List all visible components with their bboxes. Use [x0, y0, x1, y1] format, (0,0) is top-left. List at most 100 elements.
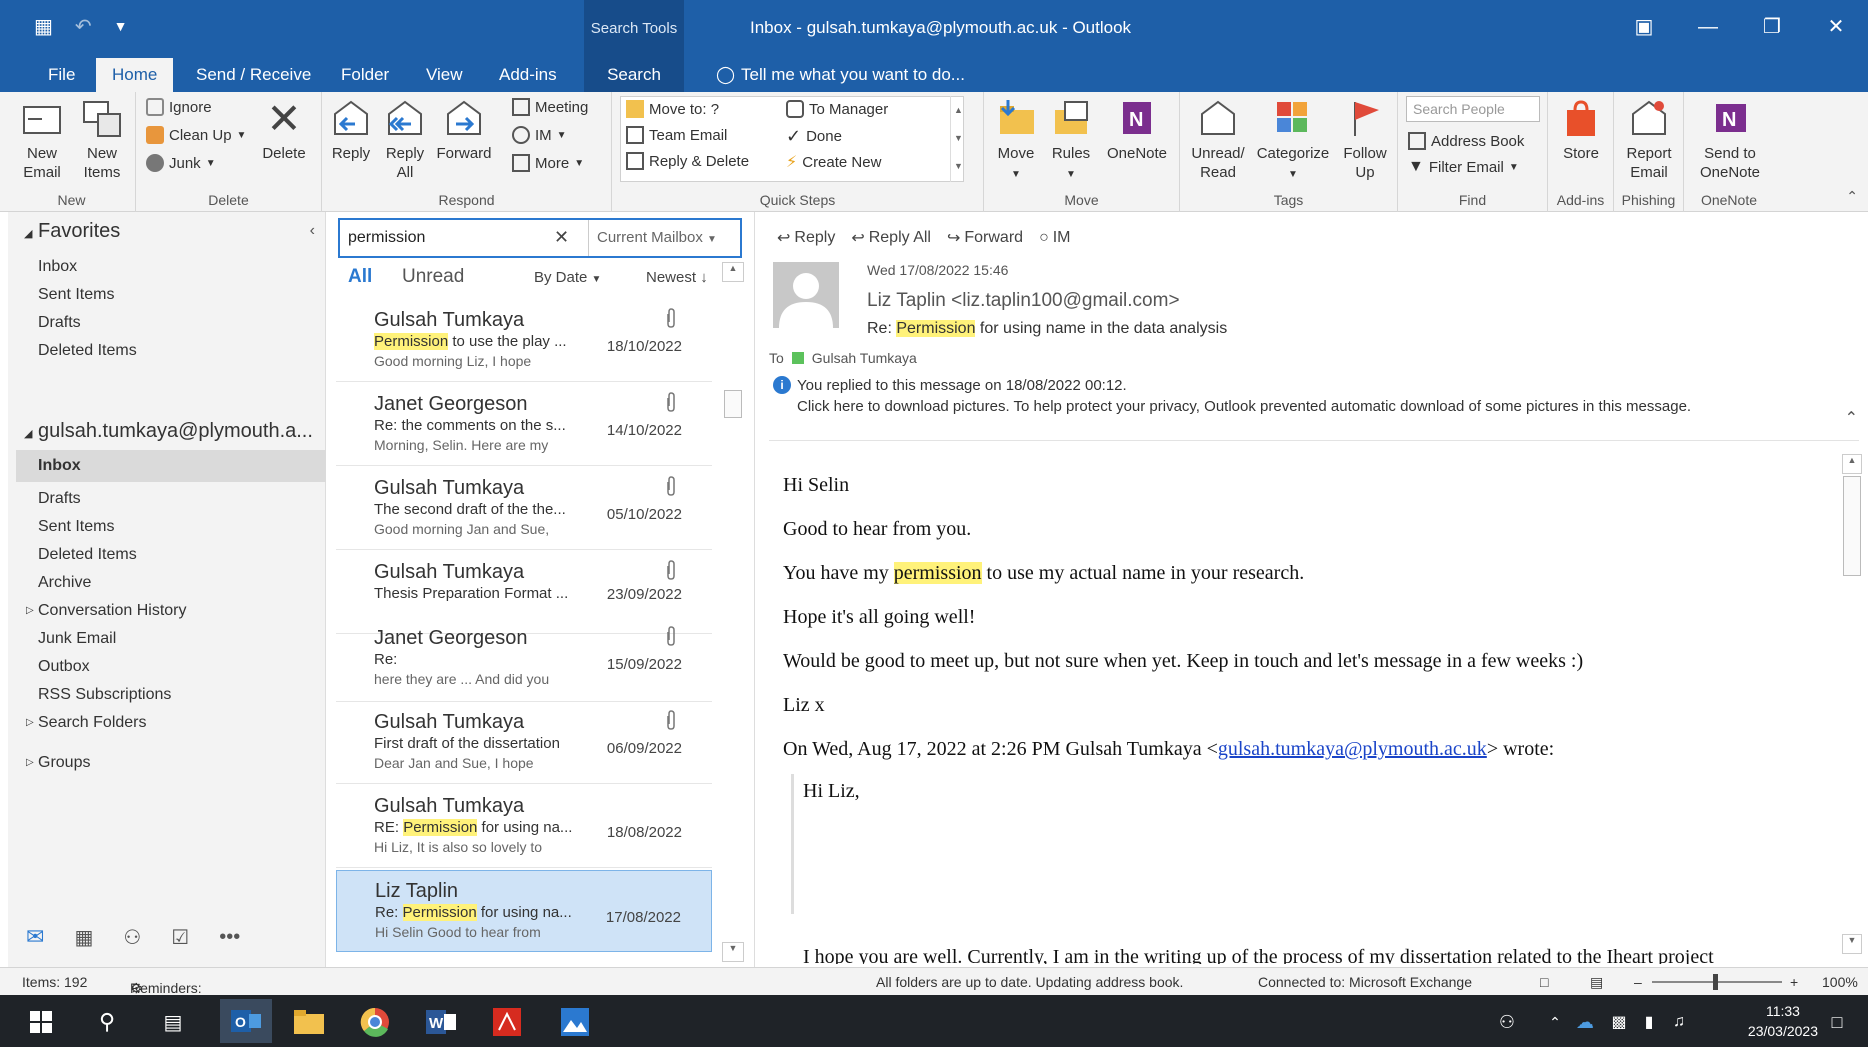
people-taskbar-icon[interactable]: ⚇	[1488, 1003, 1526, 1041]
task-view-icon[interactable]: ▤	[154, 1003, 192, 1041]
photos-icon[interactable]	[556, 1003, 594, 1041]
more-button[interactable]: More ▼	[512, 154, 584, 172]
recipient-name[interactable]: Gulsah Tumkaya	[812, 350, 917, 366]
collapse-ribbon-icon[interactable]: ⌃	[1846, 188, 1858, 205]
list-item[interactable]: Janet Georgeson Re: the comments on the …	[336, 384, 712, 466]
zoom-level[interactable]: 100%	[1822, 974, 1858, 990]
folder-junk-email[interactable]: Junk Email	[38, 630, 116, 648]
filter-unread[interactable]: Unread	[402, 266, 464, 288]
qs-create-new[interactable]: ⚡ Create New	[786, 152, 881, 172]
qs-done[interactable]: ✓ Done	[786, 126, 842, 147]
onenote-button[interactable]: N OneNote	[1100, 96, 1174, 163]
tab-search[interactable]: Search	[584, 58, 684, 92]
list-item[interactable]: Janet Georgeson Re: here they are ... An…	[336, 618, 712, 702]
reply-action[interactable]: ↩ Reply	[777, 228, 835, 248]
categorize-button[interactable]: Categorize ▼	[1252, 96, 1334, 184]
move-button[interactable]: Move ▼	[988, 96, 1044, 184]
delete-button[interactable]: ✕ Delete	[254, 96, 314, 163]
scroll-up-arrow-icon[interactable]: ▲	[1842, 454, 1862, 474]
report-email-button[interactable]: Report Email	[1618, 96, 1680, 182]
im-action[interactable]: ○ IM	[1039, 228, 1070, 248]
account-header[interactable]: ◢ gulsah.tumkaya@plymouth.a...	[24, 420, 313, 443]
message-list-scrollbar[interactable]: ▲ ▼	[722, 262, 744, 962]
ignore-button[interactable]: Ignore	[146, 98, 212, 116]
download-pictures-bar[interactable]: Click here to download pictures. To help…	[797, 398, 1691, 415]
new-items-button[interactable]: New Items	[74, 96, 130, 182]
tab-folder[interactable]: Folder	[325, 58, 405, 92]
tab-add-ins[interactable]: Add-ins	[483, 58, 573, 92]
folder-deleted-items[interactable]: Deleted Items	[38, 546, 137, 564]
customize-qat-icon[interactable]: ▼	[114, 14, 128, 39]
windows-start-icon[interactable]	[22, 1003, 60, 1041]
chrome-icon[interactable]	[356, 1003, 394, 1041]
list-item[interactable]: Gulsah Tumkaya RE: Permission for using …	[336, 786, 712, 868]
folder-sent-items[interactable]: Sent Items	[38, 518, 114, 536]
folder-groups[interactable]: ▷ Groups	[26, 754, 90, 772]
reply-all-button[interactable]: Reply All	[380, 96, 430, 182]
scroll-up-arrow-icon[interactable]: ▲	[722, 262, 744, 282]
address-book-button[interactable]: Address Book	[1408, 132, 1524, 150]
folder-inbox[interactable]: Inbox	[16, 450, 326, 482]
junk-button[interactable]: Junk ▼	[146, 154, 216, 172]
clean-up-button[interactable]: Clean Up ▼	[146, 126, 246, 144]
filter-email-button[interactable]: ▼ Filter Email ▼	[1408, 158, 1519, 176]
tasks-icon[interactable]: ☑	[171, 925, 189, 950]
qs-team-email[interactable]: Team Email	[626, 126, 727, 144]
close-button[interactable]: ✕	[1804, 0, 1868, 58]
tab-file[interactable]: File	[32, 58, 91, 92]
taskbar-clock[interactable]: 11:33 23/03/2023	[1748, 1001, 1818, 1041]
search-input[interactable]: permission	[348, 229, 425, 247]
minimize-button[interactable]: —	[1676, 0, 1740, 58]
qs-to-manager[interactable]: To Manager	[786, 100, 888, 118]
fav-inbox[interactable]: Inbox	[38, 258, 77, 276]
folder-drafts[interactable]: Drafts	[38, 490, 81, 508]
reply-all-action[interactable]: ↩ Reply All	[851, 228, 931, 248]
search-scope-dropdown[interactable]: Current Mailbox ▼	[588, 220, 740, 256]
follow-up-button[interactable]: Follow Up	[1336, 96, 1394, 182]
sort-order-newest[interactable]: Newest ↓	[646, 269, 708, 286]
forward-button[interactable]: Forward	[434, 96, 494, 163]
reply-button[interactable]: Reply	[326, 96, 376, 163]
tell-me-box[interactable]: ◯ Tell me what you want to do...	[700, 58, 981, 92]
fav-drafts[interactable]: Drafts	[38, 314, 81, 332]
folder-archive[interactable]: Archive	[38, 574, 91, 592]
send-to-onenote-button[interactable]: N Send to OneNote	[1688, 96, 1772, 182]
outlook-taskbar-icon[interactable]: O	[220, 999, 272, 1043]
notifications-icon[interactable]: □	[1818, 1003, 1856, 1041]
outlook-app-icon[interactable]: ▦	[34, 14, 53, 39]
search-icon[interactable]: ⚲	[88, 1003, 126, 1041]
clear-search-icon[interactable]: ✕	[554, 227, 569, 248]
scrollbar-thumb[interactable]	[724, 390, 742, 418]
fav-deleted-items[interactable]: Deleted Items	[38, 342, 137, 360]
reading-view-icon[interactable]: ▤	[1590, 974, 1603, 991]
folder-outbox[interactable]: Outbox	[38, 658, 90, 676]
restore-button[interactable]: ❐	[1740, 0, 1804, 58]
onedrive-icon[interactable]: ☁	[1566, 1003, 1604, 1041]
zoom-out-button[interactable]: –	[1634, 974, 1642, 990]
ribbon-display-options-icon[interactable]: ▣	[1612, 0, 1676, 58]
calendar-icon[interactable]: ▦	[74, 925, 93, 950]
sender-email-link[interactable]: gulsah.tumkaya@plymouth.ac.uk	[1218, 738, 1487, 760]
favorites-header[interactable]: ◢ Favorites	[24, 220, 120, 243]
word-icon[interactable]: W	[422, 1003, 460, 1041]
tab-send-receive[interactable]: Send / Receive	[180, 58, 327, 92]
people-icon[interactable]: ⚇	[123, 925, 141, 950]
message-sender[interactable]: Liz Taplin <liz.taplin100@gmail.com>	[867, 290, 1180, 312]
collapse-header-icon[interactable]: ⌃	[1845, 408, 1858, 428]
folder-search-folders[interactable]: ▷ Search Folders	[26, 714, 147, 732]
fav-sent-items[interactable]: Sent Items	[38, 286, 114, 304]
collapse-pane-icon[interactable]: ‹	[310, 222, 315, 240]
qs-move-to[interactable]: Move to: ?	[626, 100, 719, 118]
store-button[interactable]: Store	[1554, 96, 1608, 163]
forward-action[interactable]: ↪ Forward	[947, 228, 1023, 248]
undo-icon[interactable]: ↶	[75, 14, 92, 39]
zoom-slider-thumb[interactable]	[1713, 974, 1718, 990]
folder-rss-subscriptions[interactable]: RSS Subscriptions	[38, 686, 171, 704]
file-explorer-icon[interactable]	[290, 1003, 328, 1041]
tab-home[interactable]: Home	[96, 58, 174, 92]
tab-view[interactable]: View	[410, 58, 479, 92]
list-item[interactable]: Gulsah Tumkaya First draft of the disser…	[336, 702, 712, 784]
list-item-selected[interactable]: Liz Taplin Re: Permission for using na..…	[336, 870, 712, 952]
scrollbar-thumb[interactable]	[1843, 476, 1861, 576]
acrobat-icon[interactable]	[488, 1003, 526, 1041]
